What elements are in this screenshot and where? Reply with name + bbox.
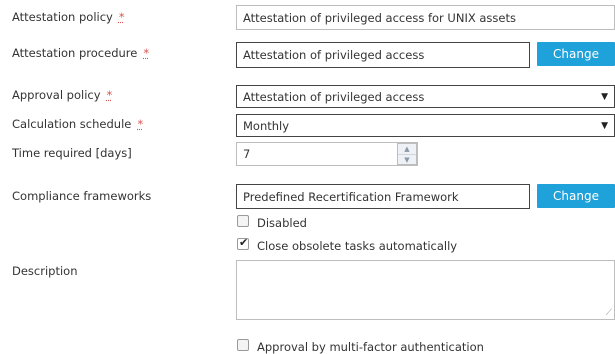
attestation-procedure-value: Attestation of privileged access bbox=[243, 48, 425, 62]
required-marker: * bbox=[106, 88, 113, 102]
attestation-procedure-label: Attestation procedure * bbox=[12, 46, 149, 60]
attestation-policy-input[interactable]: Attestation of privileged access for UNI… bbox=[236, 5, 615, 30]
compliance-frameworks-input[interactable]: Predefined Recertification Framework bbox=[236, 184, 530, 209]
compliance-frameworks-label: Compliance frameworks bbox=[12, 189, 152, 203]
disabled-checkbox[interactable] bbox=[237, 215, 249, 227]
approval-policy-label: Approval policy * bbox=[12, 88, 112, 102]
dropdown-arrow-icon: ▼ bbox=[601, 91, 608, 102]
spin-up-icon[interactable]: ▲ bbox=[398, 144, 416, 155]
attestation-policy-label-text: Attestation policy bbox=[12, 10, 113, 24]
description-label: Description bbox=[12, 264, 78, 278]
mfa-checkbox[interactable] bbox=[237, 339, 249, 351]
approval-policy-value: Attestation of privileged access bbox=[243, 89, 425, 104]
required-marker: * bbox=[137, 117, 144, 131]
time-required-input[interactable]: 7 bbox=[236, 142, 418, 166]
time-required-spinner: ▲ ▼ bbox=[397, 143, 417, 165]
required-marker: * bbox=[143, 46, 150, 60]
time-required-value: 7 bbox=[243, 147, 251, 161]
calculation-schedule-select[interactable]: Monthly ▼ bbox=[236, 114, 615, 137]
calculation-schedule-value: Monthly bbox=[243, 118, 290, 133]
description-textarea[interactable]: ⟋ bbox=[236, 260, 615, 320]
attestation-procedure-label-text: Attestation procedure bbox=[12, 46, 138, 60]
attestation-policy-value: Attestation of privileged access for UNI… bbox=[243, 10, 516, 25]
dropdown-arrow-icon: ▼ bbox=[601, 120, 608, 131]
attestation-procedure-input[interactable]: Attestation of privileged access bbox=[236, 42, 530, 68]
calculation-schedule-label: Calculation schedule * bbox=[12, 117, 143, 131]
disabled-checkbox-label: Disabled bbox=[257, 216, 307, 230]
approval-policy-select[interactable]: Attestation of privileged access ▼ bbox=[236, 85, 615, 108]
compliance-frameworks-value: Predefined Recertification Framework bbox=[243, 189, 459, 204]
attestation-policy-label: Attestation policy * bbox=[12, 10, 125, 24]
change-frameworks-button[interactable]: Change bbox=[537, 184, 615, 208]
approval-policy-label-text: Approval policy bbox=[12, 88, 101, 102]
calculation-schedule-label-text: Calculation schedule bbox=[12, 117, 132, 131]
close-obsolete-checkbox[interactable] bbox=[237, 236, 249, 250]
time-required-label: Time required [days] bbox=[12, 146, 132, 160]
required-marker: * bbox=[118, 10, 125, 24]
mfa-checkbox-label: Approval by multi-factor authentication bbox=[257, 340, 484, 354]
spin-down-icon[interactable]: ▼ bbox=[398, 155, 416, 165]
resize-grip-icon[interactable]: ⟋ bbox=[606, 308, 612, 318]
close-obsolete-checkbox-label: Close obsolete tasks automatically bbox=[257, 239, 458, 253]
change-procedure-button[interactable]: Change bbox=[537, 42, 615, 66]
